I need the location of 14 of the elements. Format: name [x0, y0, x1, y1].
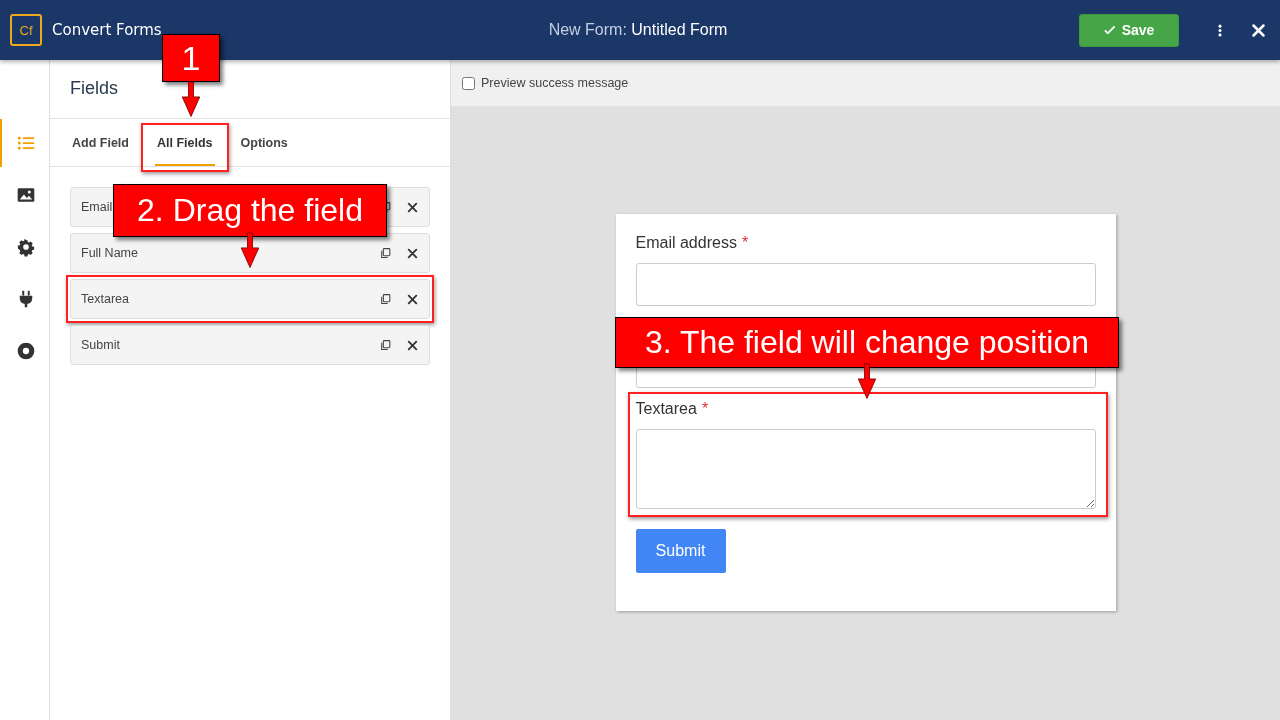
required-mark: *	[741, 234, 749, 251]
form-title: New Form: Untitled Form	[548, 21, 728, 39]
field-name: Submit	[81, 338, 120, 352]
annotation-tooltip: 2. Drag the field	[113, 184, 387, 237]
app-name: Convert Forms	[52, 21, 162, 39]
required-mark: *	[701, 400, 709, 417]
checkbox-label: Preview success message	[481, 76, 629, 90]
field-label: Textarea	[635, 400, 697, 417]
field-name: Full Name	[81, 246, 138, 260]
field-label: Email address	[635, 234, 737, 251]
field-name: Textarea	[81, 292, 129, 306]
logo: Cf	[10, 14, 42, 46]
annotation-tooltip: 3. The field will change position	[615, 317, 1119, 368]
field-name: Email	[81, 200, 113, 214]
